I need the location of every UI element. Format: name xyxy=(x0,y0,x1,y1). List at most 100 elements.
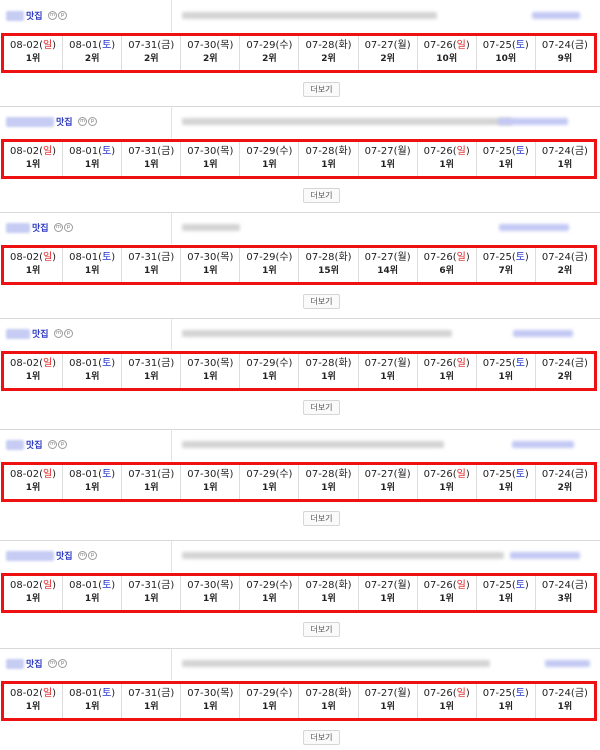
weekday-label: 수 xyxy=(279,688,289,699)
more-button[interactable]: 더보기 xyxy=(303,622,340,637)
keyword-rank-section: 맛집 m p 08-02(일) 1위 08-01(토) 1위 07-31(금) 1위 07-30(… xyxy=(0,212,600,318)
more-button[interactable]: 더보기 xyxy=(303,511,340,526)
rank-cell: 07-26(일) 1위 xyxy=(418,354,477,388)
date-label: 07-31(금) xyxy=(122,579,180,593)
date-label: 07-25(토) xyxy=(477,145,535,159)
date-label: 07-26(일) xyxy=(418,687,476,701)
rank-value: 10위 xyxy=(495,54,517,64)
link-redacted[interactable] xyxy=(513,330,573,337)
url-redacted xyxy=(182,118,512,125)
weekday-label: 수 xyxy=(279,252,289,263)
mobile-badge-icon: m xyxy=(48,659,57,668)
date-md: 08-01 xyxy=(69,358,99,369)
date-label: 07-29(수) xyxy=(240,145,298,159)
link-redacted[interactable] xyxy=(510,552,580,559)
paren-close: ) xyxy=(465,469,470,480)
weekday-label: 토 xyxy=(515,358,525,369)
paren-close: ) xyxy=(465,358,470,369)
date-md: 08-02 xyxy=(10,40,40,51)
weekday-label: 일 xyxy=(456,146,466,157)
weekday-label: 금 xyxy=(574,688,585,699)
keyword-label[interactable]: 맛집 xyxy=(32,327,49,340)
rank-value: 9위 xyxy=(557,54,573,64)
keyword-cell: 맛집 m p xyxy=(0,429,172,461)
rank-cell: 07-29(수) 1위 xyxy=(240,465,300,499)
date-label: 07-26(일) xyxy=(418,357,476,371)
weekday-label: 금 xyxy=(161,40,171,51)
weekday-label: 금 xyxy=(574,469,585,480)
rank-value: 2위 xyxy=(84,54,100,64)
link-redacted[interactable] xyxy=(498,118,568,125)
paren-close: ) xyxy=(465,688,470,699)
date-md: 07-27 xyxy=(364,146,394,157)
rank-value: 6위 xyxy=(439,266,454,276)
rank-value: 1위 xyxy=(84,483,100,493)
keyword-label[interactable]: 맛집 xyxy=(26,438,43,451)
paren-close: ) xyxy=(406,688,411,699)
rank-cell: 07-24(금) 9위 xyxy=(536,36,594,70)
date-md: 07-30 xyxy=(187,146,217,157)
paren-close: ) xyxy=(52,580,57,591)
weekday-label: 금 xyxy=(574,358,585,369)
keyword-label[interactable]: 맛집 xyxy=(56,549,73,562)
rank-value: 1위 xyxy=(203,594,218,604)
date-md: 07-26 xyxy=(423,358,453,369)
rank-value: 1위 xyxy=(25,594,41,604)
weekday-label: 일 xyxy=(456,252,466,263)
date-label: 08-02(일) xyxy=(4,687,62,701)
keyword-label[interactable]: 맛집 xyxy=(26,9,43,22)
date-md: 07-31 xyxy=(128,358,158,369)
section-header: 맛집 m p xyxy=(0,429,600,461)
weekday-label: 월 xyxy=(397,146,407,157)
more-button[interactable]: 더보기 xyxy=(303,294,340,309)
link-redacted[interactable] xyxy=(499,224,569,231)
weekday-label: 일 xyxy=(42,580,53,591)
rank-history-table: 08-02(일) 1위 08-01(토) 1위 07-31(금) 1위 07-30(목) 1위… xyxy=(1,573,597,613)
rank-cell: 07-24(금) 1위 xyxy=(536,684,594,718)
pc-badge-icon: p xyxy=(88,551,97,560)
rank-cell: 07-31(금) 1위 xyxy=(122,684,182,718)
rank-cell: 07-26(일) 1위 xyxy=(418,576,477,610)
more-button[interactable]: 더보기 xyxy=(303,400,340,415)
date-label: 07-25(토) xyxy=(477,468,535,482)
keyword-name-redacted xyxy=(6,223,30,233)
date-label: 07-24(금) xyxy=(536,357,594,371)
link-redacted[interactable] xyxy=(512,441,574,448)
rank-cell: 07-25(토) 1위 xyxy=(477,576,536,610)
rank-cell: 07-24(금) 1위 xyxy=(536,142,594,176)
link-redacted[interactable] xyxy=(545,660,590,667)
date-label: 07-27(월) xyxy=(359,145,417,159)
keyword-label[interactable]: 맛집 xyxy=(32,221,49,234)
weekday-label: 일 xyxy=(42,252,53,263)
weekday-label: 토 xyxy=(102,40,112,51)
weekday-label: 금 xyxy=(574,580,585,591)
keyword-label[interactable]: 맛집 xyxy=(56,115,73,128)
date-md: 07-26 xyxy=(423,469,453,480)
date-md: 07-26 xyxy=(423,688,453,699)
paren-close: ) xyxy=(52,40,57,51)
rank-cell: 07-27(월) 14위 xyxy=(359,248,418,282)
keyword-rank-section: 맛집 m p 08-02(일) 1위 08-01(토) 1위 07-31(금) 1위 07-30(… xyxy=(0,648,600,750)
rank-value: 2위 xyxy=(143,54,159,64)
date-md: 08-01 xyxy=(69,469,99,480)
link-redacted[interactable] xyxy=(532,12,580,19)
date-label: 07-26(일) xyxy=(418,145,476,159)
date-md: 07-27 xyxy=(364,40,394,51)
more-button[interactable]: 더보기 xyxy=(303,82,340,97)
rank-cell: 07-28(화) 1위 xyxy=(299,142,359,176)
rank-cell: 08-02(일) 1위 xyxy=(4,684,64,718)
date-label: 07-24(금) xyxy=(536,579,594,593)
rank-cell: 07-28(화) 1위 xyxy=(299,576,359,610)
more-button[interactable]: 더보기 xyxy=(303,188,340,203)
date-label: 07-24(금) xyxy=(536,687,594,701)
keyword-cell: 맛집 m p xyxy=(0,212,172,244)
date-md: 07-30 xyxy=(187,358,217,369)
rank-value: 1위 xyxy=(262,266,277,276)
pc-badge-icon: p xyxy=(64,329,73,338)
more-button[interactable]: 더보기 xyxy=(303,730,340,745)
paren-close: ) xyxy=(347,146,352,157)
rank-history-table: 08-02(일) 1위 08-01(토) 2위 07-31(금) 2위 07-30(목) 2위… xyxy=(1,33,597,73)
rank-value: 1위 xyxy=(84,160,100,170)
keyword-name-redacted xyxy=(6,551,54,561)
keyword-label[interactable]: 맛집 xyxy=(26,657,43,670)
